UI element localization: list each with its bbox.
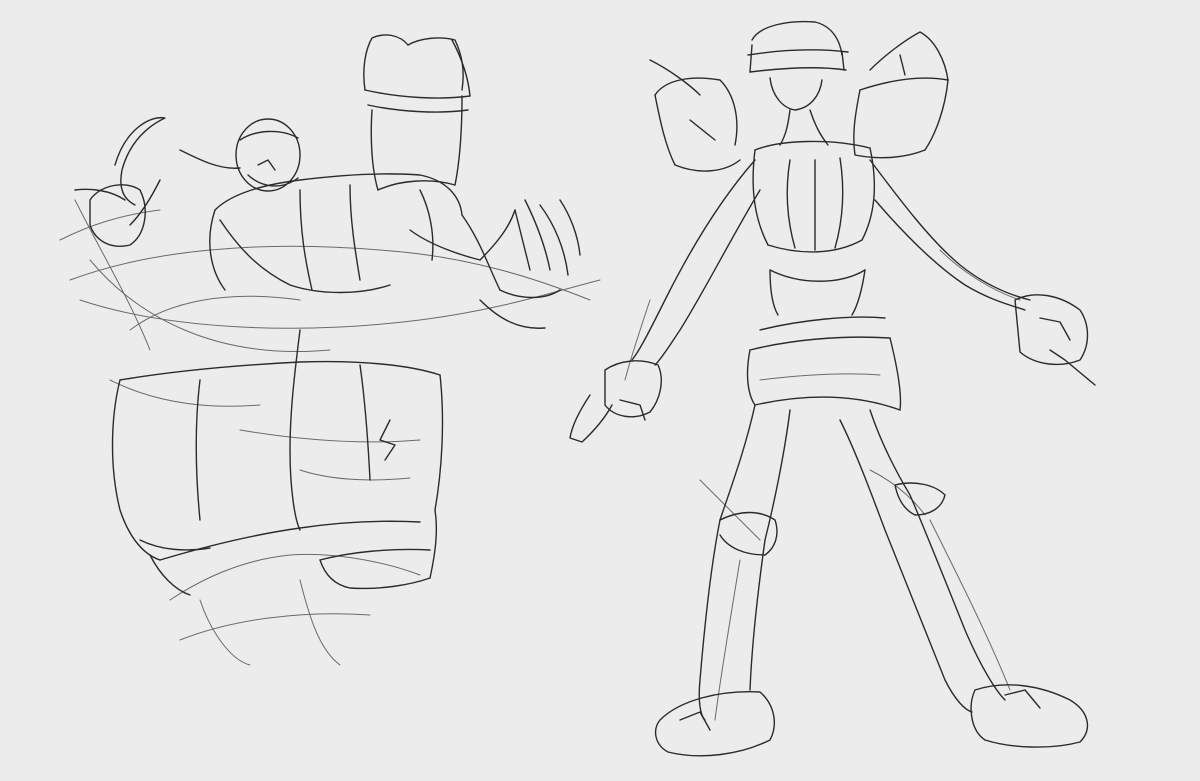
standing-figure-construction-lines (624, 249, 1021, 721)
crouching-figure-construction-lines (59, 199, 601, 666)
standing-figure-main-lines (569, 20, 1096, 757)
sketch-drawing (59, 20, 1096, 757)
crouching-figure-sketch (59, 34, 601, 666)
standing-figure-sketch (569, 20, 1096, 757)
crouching-figure-main-lines (74, 34, 581, 596)
sketch-canvas (0, 0, 1200, 781)
